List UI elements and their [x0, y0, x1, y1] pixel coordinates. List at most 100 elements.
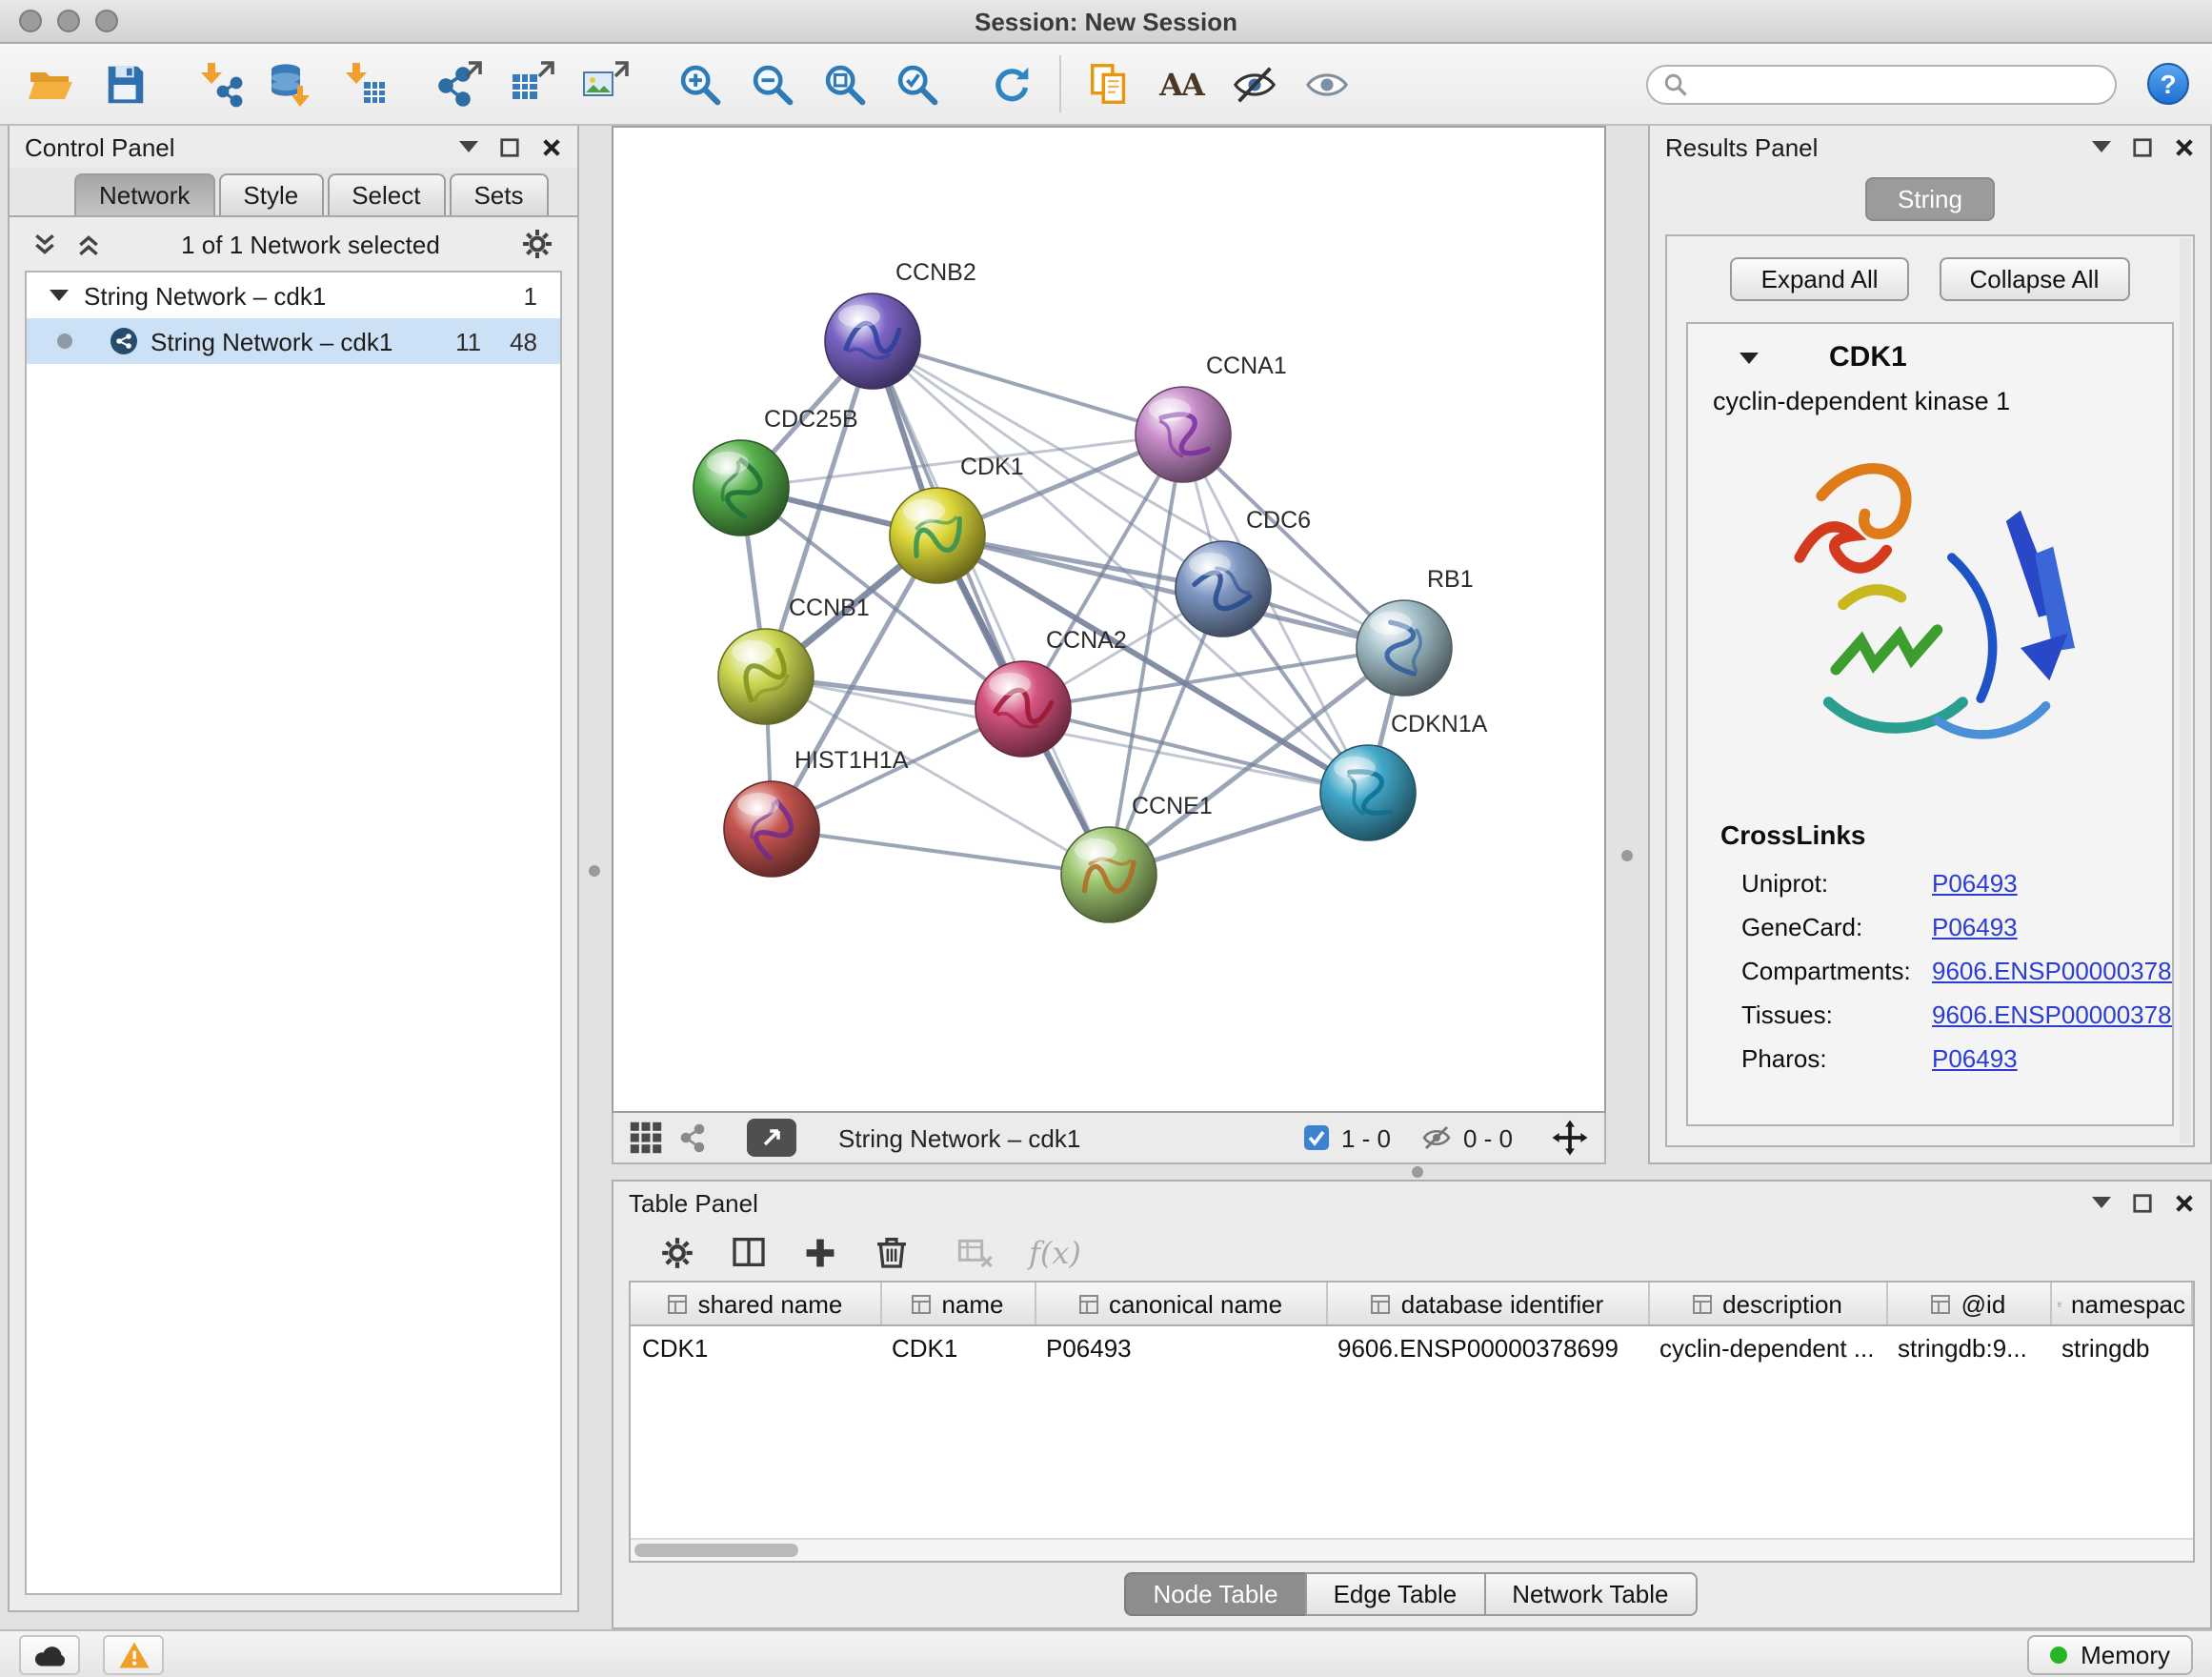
uniprot-link[interactable]: P06493: [1932, 869, 2018, 898]
hide-structures-button[interactable]: [1221, 51, 1286, 116]
detach-view-button[interactable]: [747, 1119, 796, 1157]
zoom-selected-button[interactable]: [884, 51, 949, 116]
export-image-button[interactable]: [572, 51, 636, 116]
column-header[interactable]: namespac: [2050, 1283, 2192, 1325]
import-network-file-button[interactable]: [187, 51, 251, 116]
close-panel-icon[interactable]: [541, 136, 562, 157]
column-header[interactable]: description: [1648, 1283, 1886, 1325]
open-session-button[interactable]: [19, 51, 84, 116]
automation-status-button[interactable]: [19, 1634, 80, 1674]
network-node-CDK1[interactable]: CDK1: [890, 454, 1024, 583]
table-row[interactable]: CDK1 CDK1 P06493 9606.ENSP00000378699 cy…: [631, 1325, 2192, 1368]
cell-id[interactable]: stringdb:9...: [1886, 1325, 2050, 1368]
cell-description[interactable]: cyclin-dependent ...: [1648, 1325, 1886, 1368]
collapse-all-button[interactable]: Collapse All: [1940, 257, 2130, 301]
network-canvas[interactable]: CCNB2CCNA1CDC25BCDK1CDC6RB1CCNB1CCNA2CDK…: [613, 128, 1604, 1111]
cell-namespace[interactable]: stringdb: [2050, 1325, 2192, 1368]
scrollbar-thumb[interactable]: [634, 1544, 798, 1557]
network-edge-HIST1H1A-CCNE1[interactable]: [772, 829, 1109, 875]
splitter-handle[interactable]: [1412, 1166, 1423, 1178]
network-node-RB1[interactable]: RB1: [1357, 566, 1474, 696]
import-table-button[interactable]: [332, 51, 396, 116]
search-input[interactable]: [1699, 68, 2100, 100]
tab-style[interactable]: Style: [218, 173, 323, 215]
tab-network[interactable]: Network: [74, 173, 214, 215]
cell-shared-name[interactable]: CDK1: [631, 1325, 880, 1368]
expand-all-networks-icon[interactable]: [32, 232, 57, 256]
tab-node-table[interactable]: Node Table: [1124, 1572, 1306, 1616]
panel-menu-icon[interactable]: [459, 141, 478, 152]
maximize-window-button[interactable]: [95, 10, 118, 32]
tab-sets[interactable]: Sets: [449, 173, 548, 215]
column-header[interactable]: @id: [1886, 1283, 2050, 1325]
float-panel-icon[interactable]: [2132, 136, 2153, 157]
copy-style-button[interactable]: [1076, 51, 1141, 116]
add-column-icon[interactable]: [802, 1234, 838, 1270]
enhanced-labels-button[interactable]: AA: [1149, 51, 1214, 116]
results-scrollbar[interactable]: [2180, 238, 2191, 1143]
tab-edge-table[interactable]: Edge Table: [1305, 1572, 1486, 1616]
network-node-CCNE1[interactable]: CCNE1: [1061, 793, 1213, 922]
window-controls[interactable]: [19, 10, 118, 32]
pan-crosshair-icon[interactable]: [1551, 1119, 1589, 1157]
expand-all-button[interactable]: Expand All: [1731, 257, 1909, 301]
show-columns-icon[interactable]: [730, 1233, 768, 1271]
network-node-CCNA1[interactable]: CCNA1: [1136, 353, 1287, 482]
title-bar[interactable]: Session: New Session: [0, 0, 2212, 44]
column-header[interactable]: shared name: [631, 1283, 880, 1325]
left-splitter[interactable]: [579, 126, 612, 1629]
search-box[interactable]: [1646, 64, 2117, 104]
gear-icon[interactable]: [520, 227, 554, 261]
float-panel-icon[interactable]: [499, 136, 520, 157]
network-row[interactable]: String Network – cdk1 11 48: [27, 318, 560, 364]
table-horizontal-scrollbar[interactable]: [631, 1538, 2193, 1561]
network-node-CCNB1[interactable]: CCNB1: [718, 595, 870, 724]
warnings-button[interactable]: [103, 1634, 164, 1674]
panel-menu-icon[interactable]: [2092, 1197, 2111, 1208]
minimize-window-button[interactable]: [57, 10, 80, 32]
selected-checkbox-icon[interactable]: [1303, 1124, 1330, 1151]
zoom-out-button[interactable]: [739, 51, 804, 116]
help-button[interactable]: ?: [2147, 63, 2189, 105]
table-settings-gear-icon[interactable]: [659, 1234, 695, 1270]
close-panel-icon[interactable]: [2174, 1192, 2195, 1213]
memory-button[interactable]: Memory: [2027, 1634, 2193, 1674]
cell-database-identifier[interactable]: 9606.ENSP00000378699: [1326, 1325, 1648, 1368]
float-panel-icon[interactable]: [2132, 1192, 2153, 1213]
tab-network-table[interactable]: Network Table: [1483, 1572, 1697, 1616]
disclosure-triangle-icon[interactable]: [50, 288, 69, 303]
zoom-fit-button[interactable]: [812, 51, 876, 116]
export-table-button[interactable]: [499, 51, 564, 116]
column-header[interactable]: database identifier: [1326, 1283, 1648, 1325]
tissues-link[interactable]: 9606.ENSP00000378699: [1932, 1000, 2174, 1029]
network-edge-CCNB2-CCNA1[interactable]: [873, 341, 1183, 434]
refresh-view-button[interactable]: [979, 51, 1044, 116]
zoom-in-button[interactable]: [667, 51, 732, 116]
network-overview-icon[interactable]: [678, 1122, 709, 1153]
grid-view-icon[interactable]: [629, 1121, 663, 1155]
table-splitter[interactable]: [612, 1164, 2212, 1180]
network-edge-CCNB2-CCNE1[interactable]: [873, 341, 1109, 875]
network-node-HIST1H1A[interactable]: HIST1H1A: [724, 747, 909, 877]
close-window-button[interactable]: [19, 10, 42, 32]
compartments-link[interactable]: 9606.ENSP00000378699: [1932, 957, 2174, 985]
column-header[interactable]: canonical name: [1035, 1283, 1326, 1325]
right-splitter[interactable]: [1606, 126, 1648, 1164]
export-network-button[interactable]: [427, 51, 492, 116]
pharos-link[interactable]: P06493: [1932, 1044, 2018, 1073]
delete-column-icon[interactable]: [873, 1233, 911, 1271]
splitter-handle[interactable]: [589, 865, 600, 877]
panel-menu-icon[interactable]: [2092, 141, 2111, 152]
close-panel-icon[interactable]: [2174, 136, 2195, 157]
show-structures-button[interactable]: [1294, 51, 1358, 116]
import-network-database-button[interactable]: [259, 51, 324, 116]
splitter-handle[interactable]: [1621, 850, 1633, 861]
genecard-link[interactable]: P06493: [1932, 913, 2018, 941]
collapse-all-networks-icon[interactable]: [76, 232, 101, 256]
column-header[interactable]: name: [880, 1283, 1035, 1325]
network-node-CDKN1A[interactable]: CDKN1A: [1320, 711, 1488, 840]
tab-select[interactable]: Select: [327, 173, 445, 215]
save-session-button[interactable]: [91, 51, 156, 116]
cell-name[interactable]: CDK1: [880, 1325, 1035, 1368]
tab-string[interactable]: String: [1865, 177, 1995, 221]
